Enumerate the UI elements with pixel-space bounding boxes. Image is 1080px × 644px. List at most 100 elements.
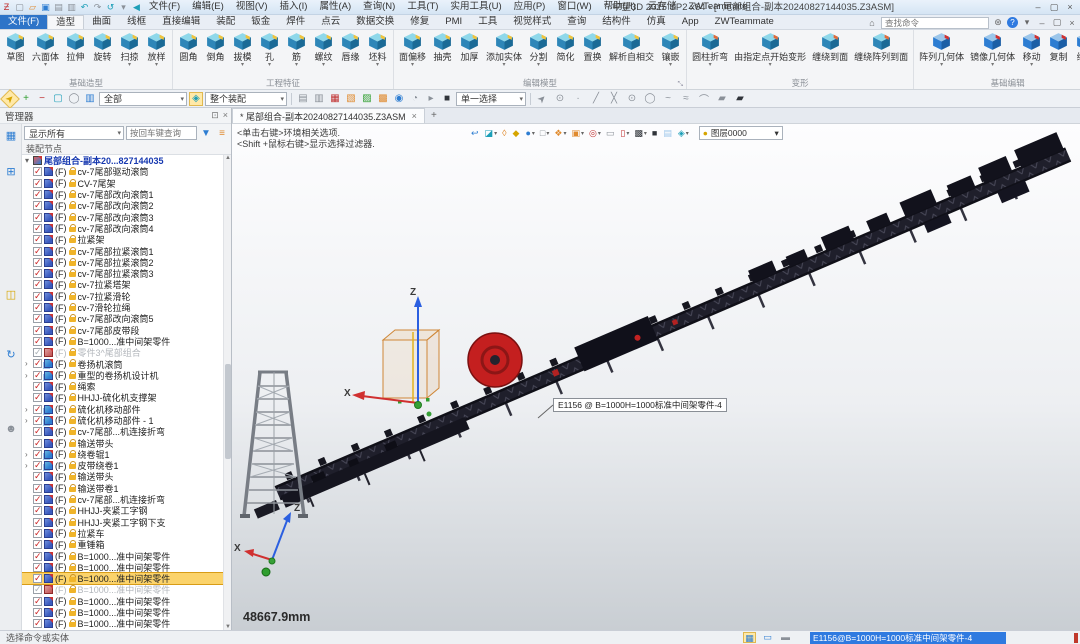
ribbon-tab[interactable]: 视觉样式 xyxy=(505,15,559,29)
tree-item[interactable]: (F) cv-7尾部驱动滚筒 xyxy=(22,166,231,177)
pick-arrow-icon[interactable]: ➤ xyxy=(0,89,20,109)
visibility-checkbox[interactable] xyxy=(33,472,42,481)
dropdown-arrow-icon[interactable]: ▾ xyxy=(268,62,271,69)
tree-item[interactable]: (F) cv-7尾部皮带段 xyxy=(22,324,231,335)
ribbon-button[interactable]: 镶嵌 ▾ xyxy=(657,31,684,69)
expand-arrow-icon[interactable]: › xyxy=(25,405,33,414)
history-clock-icon[interactable]: ◔ xyxy=(408,92,422,106)
expand-arrow-icon[interactable]: › xyxy=(25,359,33,368)
command-search-input[interactable] xyxy=(881,17,989,29)
tree-item[interactable]: (F) cv-7尾部改向滚筒4 xyxy=(22,223,231,234)
ribbon-button[interactable]: 旋转 xyxy=(89,31,116,69)
dropdown-arrow-icon[interactable]: ▾ xyxy=(44,62,47,69)
menu-item[interactable]: 插入(I) xyxy=(273,0,313,14)
tree-item[interactable]: › (F) 硫化机移动部件 - 1 xyxy=(22,415,231,426)
visibility-checkbox[interactable] xyxy=(33,269,42,278)
visibility-checkbox[interactable] xyxy=(33,574,42,583)
visibility-checkbox[interactable] xyxy=(33,608,42,617)
dropdown-arrow-icon[interactable]: ▾ xyxy=(991,62,994,69)
tab-close-icon[interactable]: × xyxy=(412,111,417,121)
ribbon-button[interactable]: 坯料 ▾ xyxy=(364,31,391,69)
tree-item[interactable]: (F) cv-7尾部改向滚筒5 xyxy=(22,313,231,324)
menu-item[interactable]: 实用工具(U) xyxy=(444,0,507,14)
ribbon-tab[interactable]: ZWTeammate xyxy=(707,15,782,29)
ribbon-tab[interactable]: 装配 xyxy=(208,15,243,29)
menu-item[interactable]: 视图(V) xyxy=(230,0,274,14)
tree-item[interactable]: (F) cv-7拉紧塔架 xyxy=(22,279,231,290)
ribbon-button[interactable]: 简化 xyxy=(552,31,579,69)
minimize-button[interactable]: – xyxy=(1030,0,1046,14)
ribbon-button[interactable]: 解析自相交 xyxy=(606,31,657,69)
tree-item[interactable]: (F) 绳索 xyxy=(22,381,231,392)
snap-cross-icon[interactable]: ╳ xyxy=(607,92,621,106)
regen-icon[interactable]: ↺ xyxy=(104,0,117,14)
tree-item[interactable]: (F) 零件3^尾部组合 xyxy=(22,347,231,358)
fly-icon[interactable]: ◆ xyxy=(512,127,522,140)
scroll-up-icon[interactable]: ▲ xyxy=(224,155,231,161)
ribbon-tab[interactable]: 焊件 xyxy=(278,15,313,29)
ribbon-tab[interactable]: App xyxy=(674,15,707,29)
snap-point-icon[interactable]: ∙ xyxy=(571,92,585,106)
book-icon[interactable]: ▦ xyxy=(328,92,342,106)
visibility-checkbox[interactable] xyxy=(33,167,42,176)
close-icon[interactable]: × xyxy=(223,110,228,121)
visibility-checkbox[interactable] xyxy=(33,235,42,244)
compass-icon[interactable]: ◎▾ xyxy=(588,127,602,140)
visibility-checkbox[interactable] xyxy=(33,506,42,515)
ribbon-button[interactable]: 移动 ▾ xyxy=(1018,31,1045,69)
visibility-checkbox[interactable] xyxy=(33,405,42,414)
tree-item[interactable]: › (F) 重型的卷扬机设计机 xyxy=(22,370,231,381)
expand-arrow-icon[interactable]: › xyxy=(25,450,33,459)
ribbon-button[interactable]: 拔模 ▾ xyxy=(229,31,256,69)
new-tab-button[interactable]: + xyxy=(425,108,443,123)
eraser-icon[interactable]: ◊ xyxy=(501,127,508,140)
gear-section-icon[interactable]: ❖▾ xyxy=(553,127,567,140)
print-icon[interactable]: ▤ xyxy=(52,0,65,14)
panel-icon[interactable]: ▬ xyxy=(779,632,792,643)
doc-close-button[interactable]: × xyxy=(1066,18,1078,28)
redo-icon[interactable]: ↷ xyxy=(91,0,104,14)
ribbon-button[interactable]: 孔 ▾ xyxy=(256,31,283,69)
visibility-checkbox[interactable] xyxy=(33,484,42,493)
tree-item[interactable]: (F) cv-7尾部拉紧滚筒3 xyxy=(22,268,231,279)
menu-item[interactable]: 窗口(W) xyxy=(551,0,597,14)
expand-arrow-icon[interactable]: ▾ xyxy=(25,156,33,165)
dropdown-arrow-icon[interactable]: ▾ xyxy=(128,62,131,69)
tree-search-input[interactable] xyxy=(126,126,197,140)
filter-list-icon[interactable]: ▥ xyxy=(83,92,97,106)
dropdown-arrow-icon[interactable]: ▾ xyxy=(295,62,298,69)
menu-item[interactable]: 文件(F) xyxy=(143,0,186,14)
ribbon-button[interactable]: 倒角 xyxy=(202,31,229,69)
snap-center-icon[interactable]: ⊙ xyxy=(625,92,639,106)
snap-free-icon[interactable]: ⊙ xyxy=(553,92,567,106)
tree-item[interactable]: (F) B=1000...准中间架零件 xyxy=(22,596,231,607)
black-box-icon[interactable]: ■ xyxy=(440,92,454,106)
zoom-window-icon[interactable]: ▭ xyxy=(605,127,617,140)
visibility-checkbox[interactable] xyxy=(33,450,42,459)
ribbon-tab[interactable]: 钣金 xyxy=(243,15,278,29)
snap-curve-icon[interactable]: ~ xyxy=(661,92,675,106)
expand-arrow-icon[interactable]: › xyxy=(25,416,33,425)
ribbon-button[interactable]: 唇缘 xyxy=(337,31,364,69)
role-icon[interactable]: ☻ xyxy=(3,421,19,437)
snap-line-icon[interactable]: ╱ xyxy=(589,92,603,106)
tree-item[interactable]: › (F) 卷扬机滚筒 xyxy=(22,358,231,369)
batch-print-icon[interactable]: ▥ xyxy=(65,0,78,14)
tree-scrollbar[interactable]: ▲ ▼ xyxy=(223,155,231,630)
shaded-icon[interactable]: ◈▾ xyxy=(677,127,690,140)
ribbon-button[interactable]: 加厚 xyxy=(456,31,483,69)
ribbon-button[interactable]: 面偏移 ▾ xyxy=(396,31,429,69)
visibility-checkbox[interactable] xyxy=(33,529,42,538)
tree-item[interactable]: (F) cv-7尾部拉紧滚筒2 xyxy=(22,257,231,268)
ribbon-tab[interactable]: 文件(F) xyxy=(0,15,47,29)
dock-icon[interactable]: ⊡ xyxy=(211,110,219,121)
undo-icon[interactable]: ↶ xyxy=(78,0,91,14)
restore-button[interactable]: ▢ xyxy=(1046,0,1062,14)
ribbon-tab[interactable]: 工具 xyxy=(470,15,505,29)
blue-swatch-icon[interactable]: ▤ xyxy=(662,127,674,140)
ribbon-button[interactable]: 筋 ▾ xyxy=(283,31,310,69)
dropdown-arrow-icon[interactable]: ▾ xyxy=(376,62,379,69)
visibility-checkbox[interactable] xyxy=(33,393,42,402)
tree-item[interactable]: (F) B=1000...准中间架零件 xyxy=(22,584,231,595)
snap-solid-icon[interactable]: ▰ xyxy=(733,92,747,106)
